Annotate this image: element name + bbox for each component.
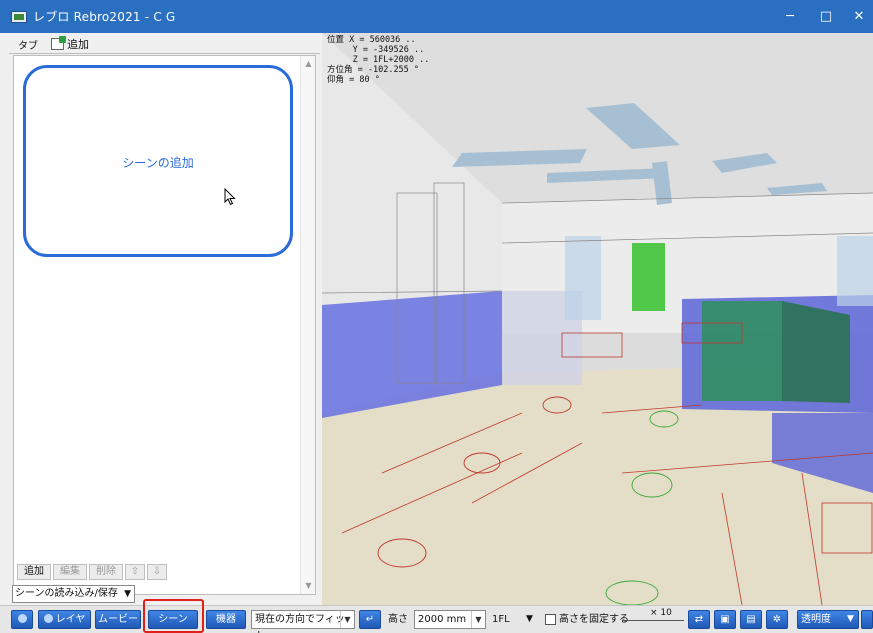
camera-icon: ▣ bbox=[720, 614, 730, 625]
scroll-up-icon[interactable]: ▲ bbox=[304, 60, 313, 68]
height-label: 高さ bbox=[388, 614, 408, 625]
height-value: 2000 mm bbox=[418, 614, 467, 625]
room-render bbox=[322, 33, 873, 605]
scene-list: シーンの追加 ▲ ▼ bbox=[13, 55, 316, 595]
view-settings-button[interactable]: ✲ bbox=[766, 610, 788, 629]
speed-label: × 10 bbox=[650, 608, 672, 618]
gear-icon bbox=[17, 614, 27, 623]
transparency-dropdown-icon[interactable]: ▼ bbox=[847, 610, 859, 629]
fit-mode-value: 現在の方向でフィット bbox=[255, 614, 345, 633]
fit-mode-select[interactable]: 現在の方向でフィット ▼ bbox=[251, 610, 355, 633]
enter-arrow-icon: ↵ bbox=[365, 614, 375, 625]
3d-viewport[interactable]: 位置 X = 560036 .. Y = -349526 .. Z = 1FL+… bbox=[322, 33, 873, 605]
delete-button[interactable]: 削除 bbox=[89, 564, 123, 580]
coordinate-readout: 位置 X = 560036 .. Y = -349526 .. Z = 1FL+… bbox=[327, 35, 430, 85]
blue-column-right bbox=[837, 236, 873, 306]
blue-column-left bbox=[565, 236, 601, 320]
swap-icon-button[interactable]: ⇄ bbox=[688, 610, 710, 629]
enter-button[interactable]: ↵ bbox=[359, 610, 381, 629]
app-icon bbox=[11, 10, 27, 23]
load-save-label: シーンの読み込み/保存 bbox=[15, 588, 118, 599]
edit-button[interactable]: 編集 bbox=[53, 564, 87, 580]
height-input[interactable]: 2000 mm ▼ bbox=[414, 610, 486, 629]
add-tab-button[interactable]: 追加 bbox=[51, 35, 131, 52]
fix-height-checkbox[interactable] bbox=[545, 614, 556, 625]
transparency-label: 透明度 bbox=[801, 614, 831, 625]
tab-label[interactable]: タブ bbox=[18, 37, 38, 52]
toolbar-overflow-button[interactable] bbox=[861, 610, 873, 629]
layer-button[interactable]: レイヤー bbox=[38, 610, 91, 633]
printer-icon: ▤ bbox=[746, 614, 756, 625]
scene-button-highlight bbox=[143, 599, 204, 633]
add-button[interactable]: 追加 bbox=[17, 564, 51, 580]
window-title: レブロ Rebro2021 - C G bbox=[33, 10, 176, 24]
close-button[interactable]: ✕ bbox=[840, 0, 873, 33]
green-column bbox=[632, 243, 665, 311]
load-save-dropdown[interactable]: シーンの読み込み/保存 ▼ bbox=[12, 585, 135, 603]
fix-height-label: 高さを固定する bbox=[559, 614, 629, 625]
move-down-button[interactable]: ⇩ bbox=[147, 564, 167, 580]
minimize-button[interactable]: ─ bbox=[771, 0, 809, 33]
green-equipment-side bbox=[782, 301, 850, 403]
chevron-down-icon: ▼ bbox=[124, 589, 131, 599]
move-up-button[interactable]: ⇧ bbox=[125, 564, 145, 580]
chevron-down-icon: ▼ bbox=[471, 611, 485, 628]
add-tab-icon bbox=[51, 35, 66, 50]
title-bar: レブロ Rebro2021 - C G ─ □ ✕ bbox=[0, 0, 873, 33]
add-scene-label: シーンの追加 bbox=[122, 156, 194, 170]
camera-button[interactable]: ▣ bbox=[714, 610, 736, 629]
print-button[interactable]: ▤ bbox=[740, 610, 762, 629]
green-equipment-box bbox=[702, 301, 782, 401]
add-scene-card[interactable]: シーンの追加 bbox=[23, 65, 293, 257]
floor-value: 1FL bbox=[492, 614, 510, 625]
scene-panel: タブ 追加 シーンの追加 ▲ ▼ 追加 編集 削除 ⇧ ⇩ シーンの読み込み/保… bbox=[9, 33, 320, 605]
movie-button[interactable]: ムービー bbox=[95, 610, 141, 629]
equipment-button[interactable]: 機器 bbox=[206, 610, 246, 629]
scene-list-scrollbar[interactable]: ▲ ▼ bbox=[300, 56, 315, 594]
layer-label: レイヤー bbox=[55, 614, 86, 633]
mouse-pointer-icon bbox=[224, 188, 236, 206]
scene-list-buttons: 追加 編集 削除 ⇧ ⇩ bbox=[13, 563, 316, 581]
add-tab-label: 追加 bbox=[67, 37, 89, 51]
layer-icon bbox=[43, 614, 53, 623]
scroll-down-icon[interactable]: ▼ bbox=[304, 582, 313, 590]
speed-slider[interactable] bbox=[622, 620, 684, 621]
floor-dropdown-icon[interactable]: ▼ bbox=[526, 610, 538, 629]
view-settings-icon: ✲ bbox=[772, 614, 782, 625]
chevron-down-icon: ▼ bbox=[340, 611, 354, 628]
bottom-toolbar: レイヤー ムービー シーン 機器 現在の方向でフィット ▼ ↵ 高さ 2000 … bbox=[0, 605, 873, 633]
settings-gear-button[interactable] bbox=[11, 610, 33, 629]
tab-strip: タブ 追加 bbox=[9, 33, 320, 54]
swap-icon: ⇄ bbox=[694, 614, 704, 625]
